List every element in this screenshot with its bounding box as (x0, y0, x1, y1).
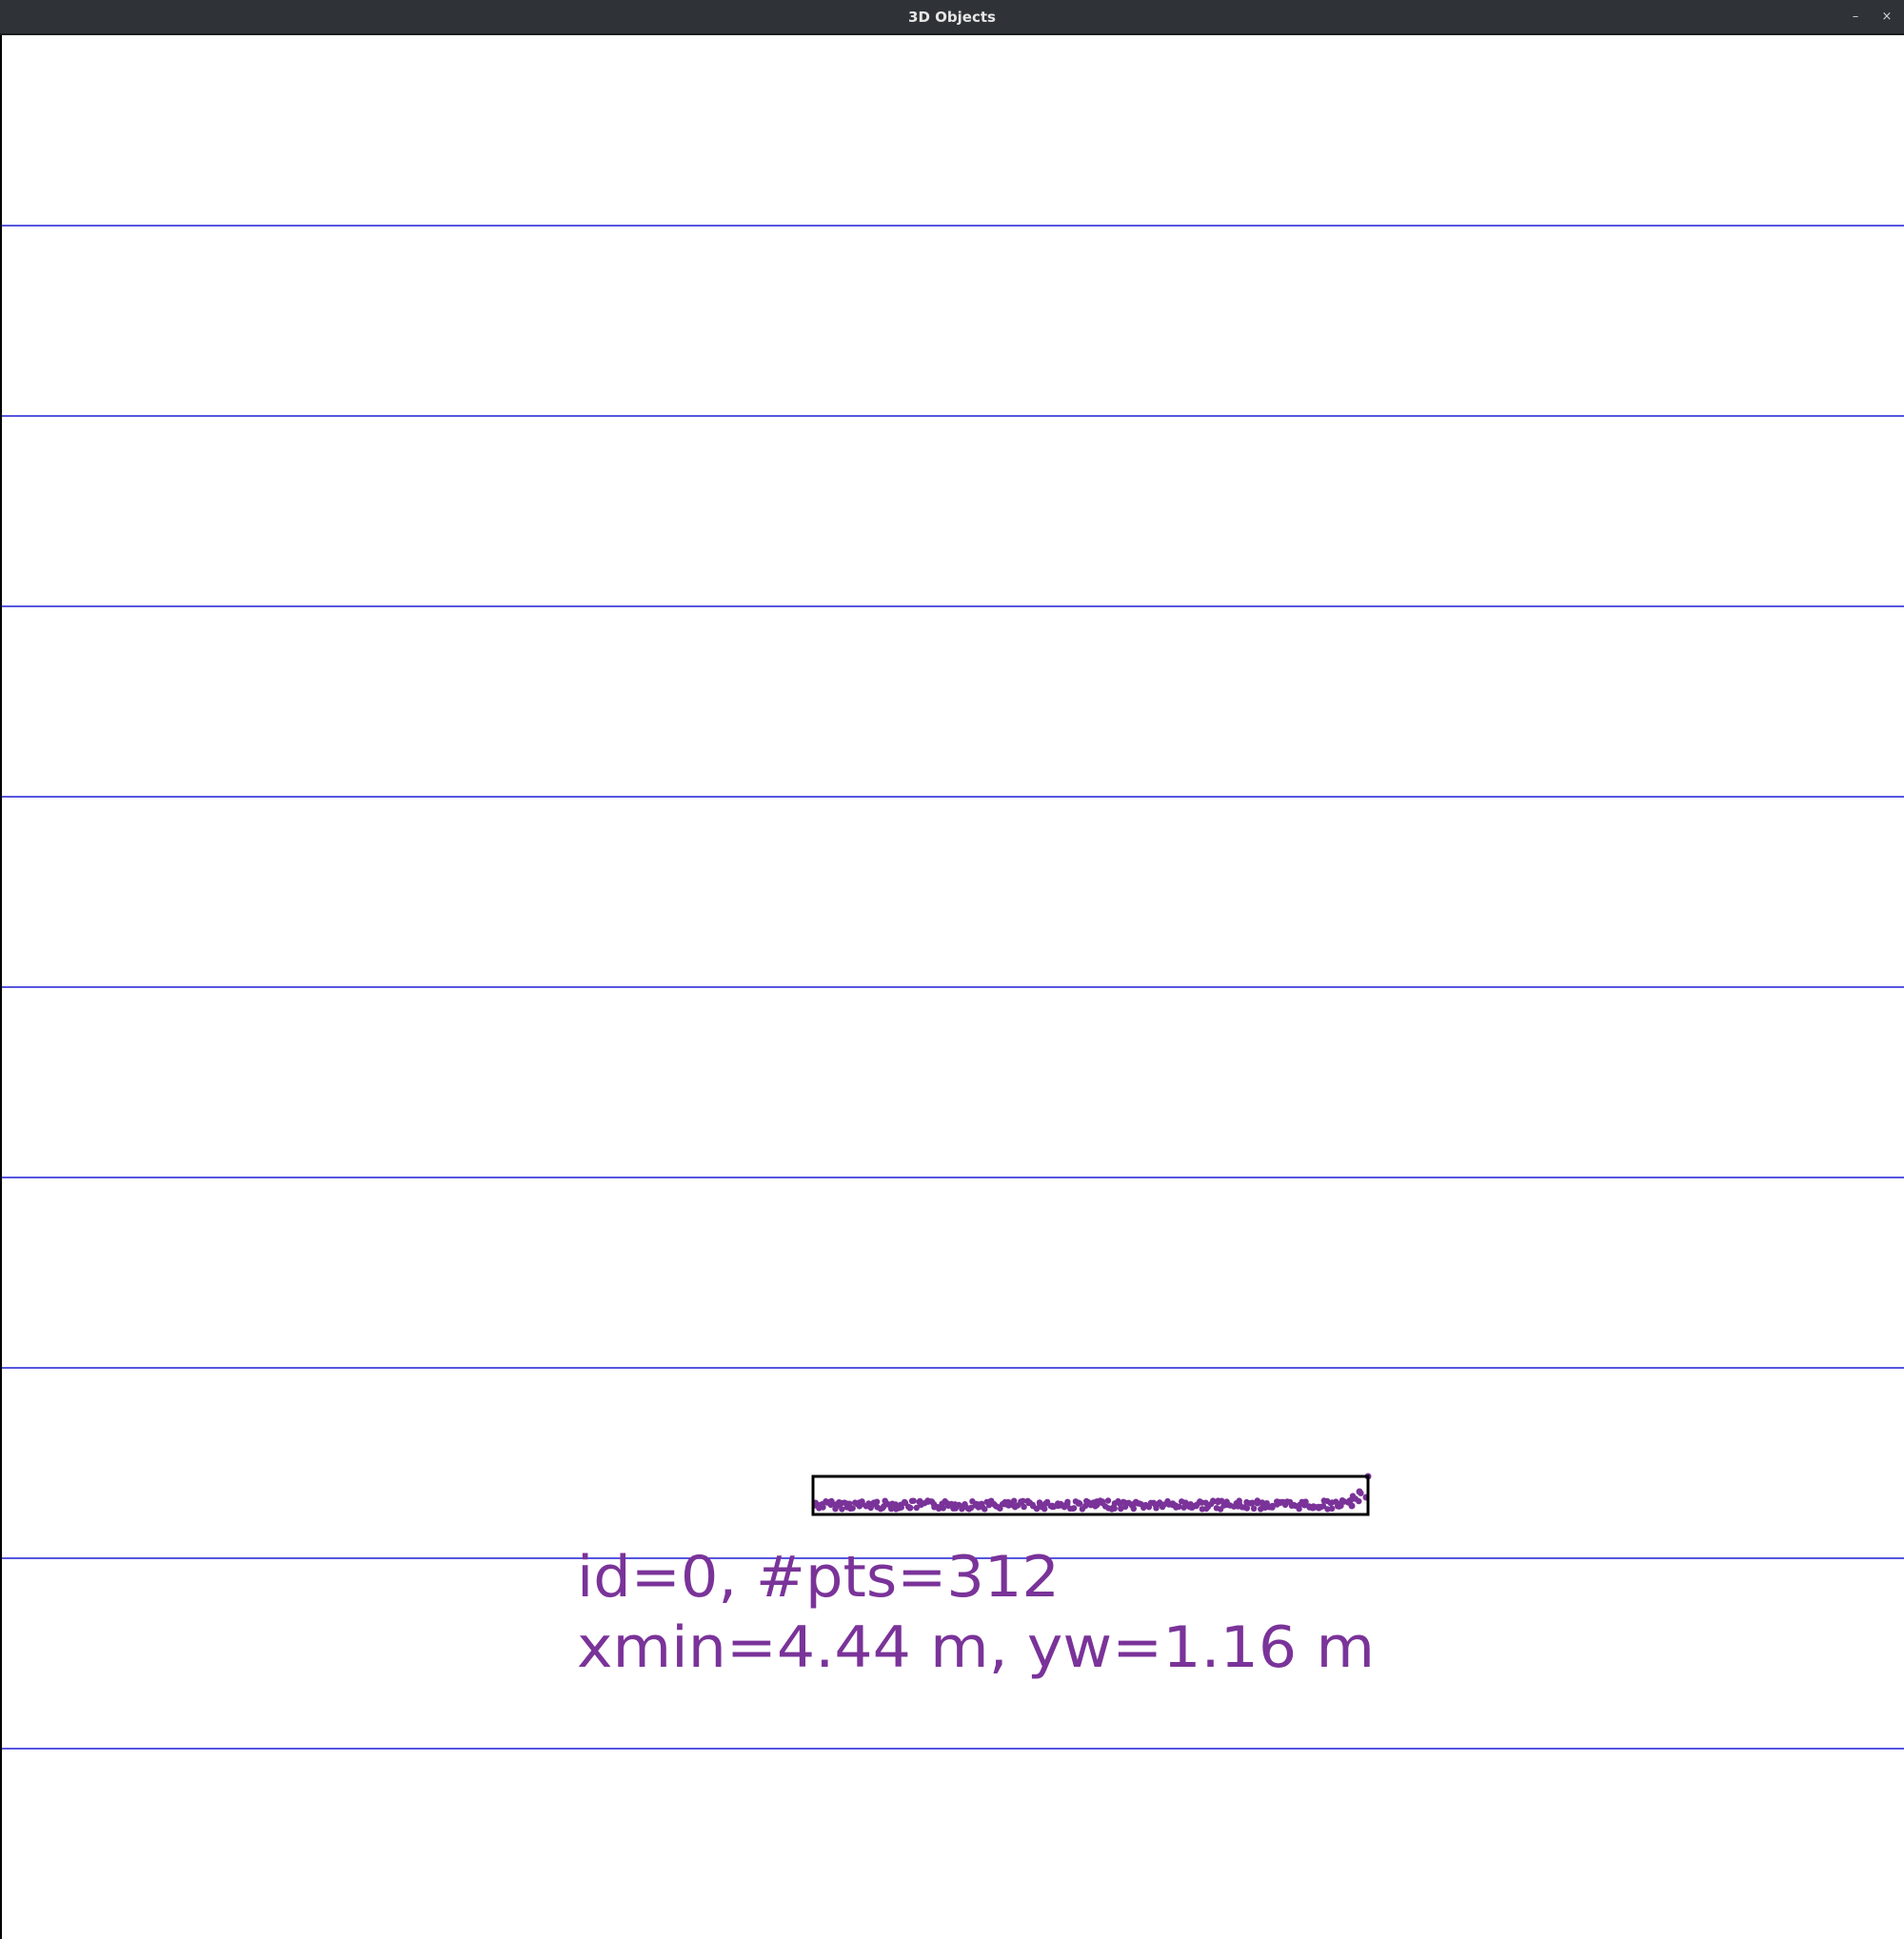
lidar-point (1021, 1503, 1027, 1511)
lidar-point (1348, 1502, 1356, 1510)
app-window: 3D Objects – × id=0, #pts=312 xmin=4.44 … (0, 0, 1904, 1939)
lidar-point (1041, 1506, 1048, 1513)
lidar-point (1070, 1505, 1078, 1512)
lidar-point (1250, 1505, 1258, 1513)
lidar-point (1356, 1488, 1363, 1495)
lidar-point (979, 1500, 985, 1508)
lidar-point (873, 1498, 881, 1505)
lidar-point (1104, 1497, 1112, 1504)
object-label-distance: xmin=4.44 m, yw=1.16 m (577, 1614, 1375, 1681)
title-bar[interactable]: 3D Objects – × (0, 0, 1904, 35)
minimize-icon[interactable]: – (1844, 6, 1867, 29)
lidar-point (839, 1506, 845, 1513)
lidar-point (1356, 1497, 1362, 1505)
lidar-point (1328, 1505, 1336, 1513)
topview-canvas[interactable]: id=0, #pts=312 xmin=4.44 m, yw=1.16 m (0, 35, 1904, 1939)
lidar-point (910, 1497, 917, 1504)
lidar-point (849, 1505, 856, 1512)
window-title: 3D Objects (908, 9, 996, 26)
close-icon[interactable]: × (1875, 6, 1898, 29)
lidar-point (1077, 1500, 1083, 1507)
lidar-point (1064, 1498, 1071, 1506)
lidar-point (907, 1504, 914, 1512)
object-label-id: id=0, #pts=312 (577, 1544, 1060, 1611)
lidar-point (820, 1504, 826, 1511)
